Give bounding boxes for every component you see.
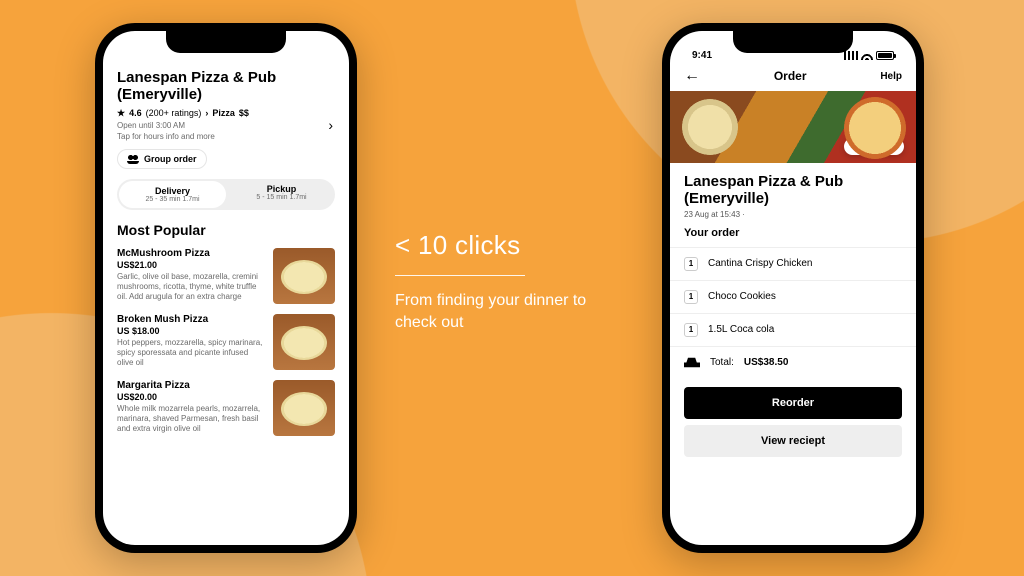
signal-icon bbox=[844, 51, 858, 60]
category: Pizza bbox=[212, 108, 235, 118]
chevron-right-icon[interactable]: › bbox=[328, 117, 333, 133]
price-tier: $$ bbox=[239, 108, 249, 118]
view-receipt-button[interactable]: View reciept bbox=[684, 425, 902, 457]
order-line[interactable]: 1 1.5L Coca cola bbox=[684, 314, 902, 346]
line-name: Cantina Crispy Chicken bbox=[708, 258, 813, 269]
order-timestamp: 23 Aug at 15:43 · bbox=[684, 210, 902, 219]
line-name: 1.5L Coca cola bbox=[708, 324, 774, 335]
phone-store-detail: Lanespan Pizza & Pub (Emeryville) ★ 4.6 … bbox=[95, 23, 357, 553]
section-most-popular: Most Popular bbox=[117, 222, 335, 238]
hours: Open until 3:00 AM bbox=[117, 121, 335, 130]
divider bbox=[395, 275, 525, 276]
item-price: US$20.00 bbox=[117, 392, 265, 402]
rating-value: 4.6 bbox=[129, 108, 142, 118]
back-arrow-icon[interactable]: ← bbox=[684, 67, 700, 85]
order-line[interactable]: 1 Choco Cookies bbox=[684, 281, 902, 313]
item-thumbnail bbox=[273, 314, 335, 370]
group-order-label: Group order bbox=[144, 154, 197, 164]
delivery-label: Delivery bbox=[119, 186, 226, 196]
menu-item[interactable]: Broken Mush Pizza US $18.00 Hot peppers,… bbox=[117, 314, 335, 370]
item-desc: Garlic, olive oil base, mozarella, cremi… bbox=[117, 272, 265, 302]
page-title: Order bbox=[774, 69, 807, 83]
total-value: US$38.50 bbox=[744, 357, 788, 368]
item-name: Broken Mush Pizza bbox=[117, 314, 265, 325]
rating-count: (200+ ratings) bbox=[146, 108, 202, 118]
hero-image: View store bbox=[670, 91, 916, 163]
item-desc: Whole milk mozarrela pearls, mozarrela, … bbox=[117, 404, 265, 434]
reorder-button[interactable]: Reorder bbox=[684, 387, 902, 419]
phone-order-detail: 9:41 ← Order Help View store Lanespan Pi… bbox=[662, 23, 924, 553]
fulfillment-toggle[interactable]: Delivery 25 - 35 min 1.7mi Pickup 5 - 15… bbox=[117, 179, 335, 210]
bullet: › bbox=[205, 108, 208, 118]
headline: < 10 clicks bbox=[395, 230, 625, 261]
marketing-copy: < 10 clicks From finding your dinner to … bbox=[395, 230, 625, 333]
store-title: Lanespan Pizza & Pub (Emeryville) bbox=[117, 69, 335, 104]
qty-badge: 1 bbox=[684, 323, 698, 337]
notch bbox=[733, 31, 853, 53]
rating-row[interactable]: ★ 4.6 (200+ ratings) › Pizza $$ bbox=[117, 108, 335, 119]
star-icon: ★ bbox=[117, 108, 125, 119]
help-link[interactable]: Help bbox=[880, 71, 902, 82]
group-order-button[interactable]: Group order bbox=[117, 149, 207, 169]
subheadline: From finding your dinner to check out bbox=[395, 290, 625, 333]
battery-icon bbox=[876, 51, 894, 60]
item-price: US $18.00 bbox=[117, 326, 265, 336]
pickup-meta: 5 - 15 min 1.7mi bbox=[228, 194, 335, 201]
total-label: Total: bbox=[710, 357, 734, 368]
line-name: Choco Cookies bbox=[708, 291, 776, 302]
your-order-heading: Your order bbox=[684, 227, 902, 239]
hours-hint: Tap for hours info and more bbox=[117, 132, 335, 141]
pickup-tab[interactable]: Pickup 5 - 15 min 1.7mi bbox=[228, 179, 335, 210]
qty-badge: 1 bbox=[684, 257, 698, 271]
item-thumbnail bbox=[273, 380, 335, 436]
wifi-icon bbox=[861, 51, 873, 60]
item-name: Margarita Pizza bbox=[117, 380, 265, 391]
delivery-meta: 25 - 35 min 1.7mi bbox=[119, 196, 226, 203]
clock: 9:41 bbox=[692, 50, 712, 61]
item-thumbnail bbox=[273, 248, 335, 304]
qty-badge: 1 bbox=[684, 290, 698, 304]
view-store-button[interactable]: View store bbox=[844, 138, 904, 155]
item-desc: Hot peppers, mozzarella, spicy marinara,… bbox=[117, 338, 265, 368]
people-icon bbox=[127, 154, 139, 164]
notch bbox=[166, 31, 286, 53]
delivery-tab[interactable]: Delivery 25 - 35 min 1.7mi bbox=[119, 181, 226, 208]
menu-item[interactable]: McMushroom Pizza US$21.00 Garlic, olive … bbox=[117, 248, 335, 304]
item-price: US$21.00 bbox=[117, 260, 265, 270]
total-row: Total: US$38.50 bbox=[684, 347, 902, 381]
order-line[interactable]: 1 Cantina Crispy Chicken bbox=[684, 248, 902, 280]
menu-item[interactable]: Margarita Pizza US$20.00 Whole milk moza… bbox=[117, 380, 335, 436]
pickup-label: Pickup bbox=[228, 184, 335, 194]
car-icon bbox=[684, 357, 700, 369]
item-name: McMushroom Pizza bbox=[117, 248, 265, 259]
order-store-title: Lanespan Pizza & Pub (Emeryville) bbox=[684, 173, 902, 208]
